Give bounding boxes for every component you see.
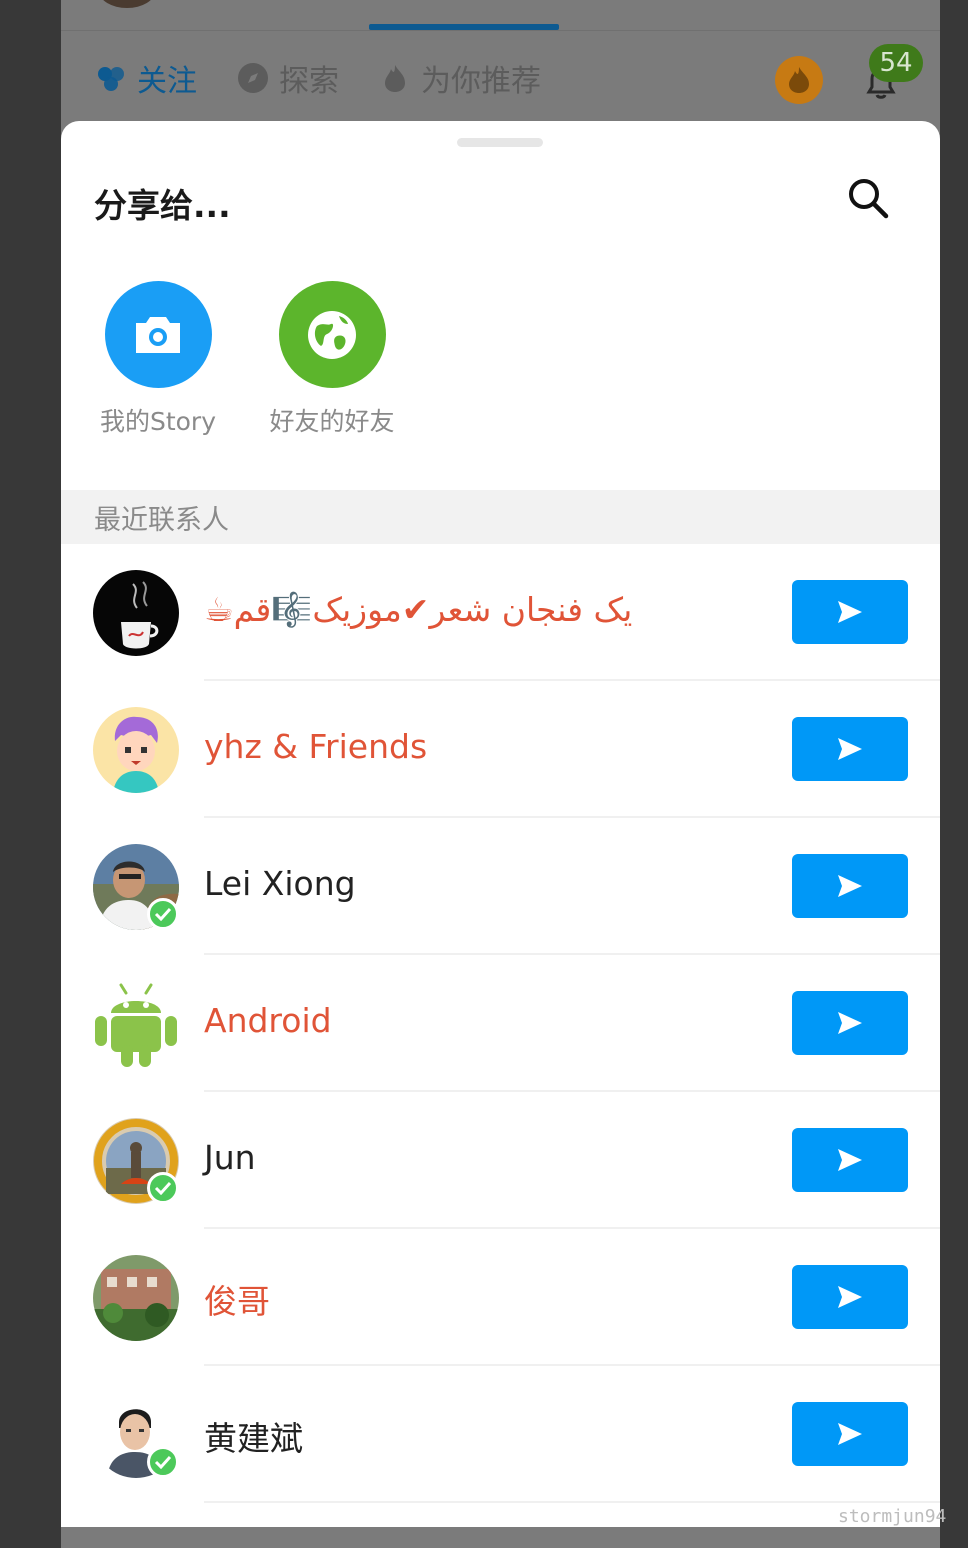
send-icon [838,1286,862,1308]
tab-recommend[interactable]: 为你推荐 [379,56,541,100]
background-avatar [99,0,155,8]
avatar [93,981,179,1067]
camera-icon [136,316,180,353]
tab-follow-label: 关注 [137,64,197,99]
avatar [93,844,179,930]
verified-badge [147,898,179,930]
check-icon [154,907,172,921]
contact-name: Jun [204,1138,256,1177]
cartoon-avatar-image [93,707,179,793]
drag-handle[interactable] [457,138,543,147]
flame-icon [789,67,809,93]
contact-list: ☕یک فنجان شعر✔موزیک🎼قم yhz & Friends Lei… [61,544,940,1503]
tab-follow[interactable]: 关注 [95,56,197,100]
contact-name: yhz & Friends [204,727,428,766]
tab-recommend-label: 为你推荐 [421,64,541,99]
contact-row[interactable]: yhz & Friends [61,681,940,818]
send-icon [838,601,862,623]
contact-row[interactable]: 黄建斌 [61,1366,940,1503]
send-icon [838,738,862,760]
compass-icon [238,63,268,93]
background-tabs: 关注 探索 为你推荐 [95,56,581,100]
verified-badge [147,1446,179,1478]
tab-explore-label: 探索 [279,64,339,99]
send-button[interactable] [792,1128,908,1192]
send-icon [838,1423,862,1445]
section-header-label: 最近联系人 [94,504,229,536]
send-button[interactable] [792,580,908,644]
flame-outline-icon [385,65,405,92]
background-divider [61,30,940,31]
hot-button[interactable] [775,56,823,104]
contact-row[interactable]: 俊哥 [61,1229,940,1366]
share-sheet: 分享给... 我的Story 好友的好友 最近联系人 ☕یک فنجان شعر… [61,121,940,1527]
row-divider [204,1501,940,1503]
friends-of-friends-circle[interactable] [278,281,386,388]
photo-avatar-image [93,1255,179,1341]
send-button[interactable] [792,854,908,918]
globe-icon [308,310,356,359]
send-icon [838,1012,862,1034]
share-target-friends-of-friends[interactable]: 好友的好友 [242,281,422,438]
check-icon [154,1455,172,1469]
avatar [93,1255,179,1341]
send-button[interactable] [792,991,908,1055]
send-button[interactable] [792,1402,908,1466]
my-story-circle[interactable] [104,281,212,388]
send-button[interactable] [792,717,908,781]
avatar [93,1392,179,1478]
follow-icon [98,67,124,91]
verified-badge [147,1172,179,1204]
my-story-label: 我的Story [99,407,217,436]
avatar [93,570,179,656]
android-avatar-image [93,981,179,1067]
send-button[interactable] [792,1265,908,1329]
contact-name: ☕یک فنجان شعر✔موزیک🎼قم [204,590,633,629]
contact-row[interactable]: ☕یک فنجان شعر✔موزیک🎼قم [61,544,940,681]
contact-name: 俊哥 [204,1282,270,1321]
section-header: 最近联系人 [61,490,940,544]
coffee-avatar-image [93,570,179,656]
search-icon [849,179,889,219]
contact-row[interactable]: Lei Xiong [61,818,940,955]
send-icon [838,875,862,897]
check-icon [154,1181,172,1195]
contact-row[interactable]: Jun [61,1092,940,1229]
bottom-bar [61,1527,940,1548]
watermark: stormjun94 [838,1506,947,1527]
left-gutter [0,0,61,1548]
share-target-my-story[interactable]: 我的Story [68,281,248,438]
send-icon [838,1149,862,1171]
contact-name: Lei Xiong [204,864,356,903]
avatar [93,707,179,793]
right-gutter [940,0,968,1548]
sheet-title: 分享给... [94,186,231,225]
contact-name: 黄建斌 [204,1419,303,1458]
contact-name: Android [204,1001,332,1040]
notification-badge: 54 [869,44,923,82]
contact-row[interactable]: Android [61,955,940,1092]
search-button[interactable] [843,173,893,223]
tab-explore[interactable]: 探索 [237,56,339,100]
avatar [93,1118,179,1204]
friends-of-friends-label: 好友的好友 [269,407,395,436]
